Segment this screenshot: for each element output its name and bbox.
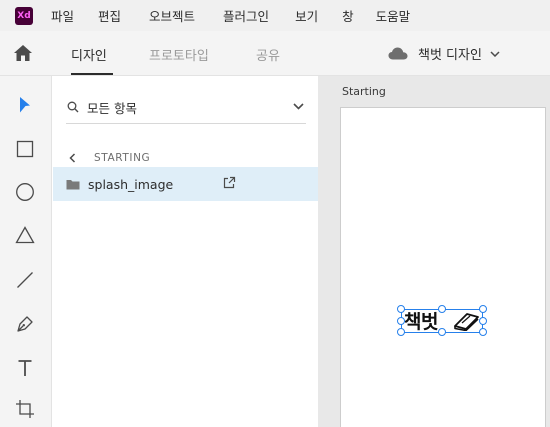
layer-item-splash-image[interactable]: splash_image [53,167,318,201]
menu-window[interactable]: 창 [342,6,354,25]
resize-handle-top-left[interactable] [397,305,405,313]
active-tab-indicator [71,73,113,75]
chevron-down-icon [490,50,500,57]
menu-edit[interactable]: 편집 [98,6,121,25]
tab-share[interactable]: 공유 [256,45,280,64]
ellipse-icon [16,183,34,201]
search-icon [67,101,79,113]
tab-prototype[interactable]: 프로토타입 [149,45,209,64]
xd-app-logo: Xd [15,6,33,25]
menu-help[interactable]: 도움말 [376,6,411,25]
text-tool[interactable] [14,357,36,379]
resize-handle-top-right[interactable] [479,305,487,313]
pen-tool[interactable] [14,313,36,335]
tool-bar [0,76,52,427]
book-icon [454,313,479,331]
resize-handle-bottom-left[interactable] [397,328,405,336]
select-arrow-icon [20,97,30,113]
resize-handle-top[interactable] [438,305,446,313]
breadcrumb-label: STARTING [94,152,151,164]
tab-design[interactable]: 디자인 [71,45,107,64]
layer-filter-dropdown[interactable]: 모든 항목 [66,91,306,124]
cloud-icon [388,47,408,60]
polygon-tool[interactable] [14,224,36,246]
ellipse-tool[interactable] [14,181,36,203]
menu-plugins[interactable]: 플러그인 [223,6,269,25]
chevron-down-icon [293,103,304,110]
resize-handle-left[interactable] [397,317,405,325]
layer-name: splash_image [88,176,174,192]
external-link-icon[interactable] [223,176,236,189]
document-title-dropdown[interactable]: 책벗 디자인 [388,44,500,63]
menu-view[interactable]: 보기 [295,6,318,25]
rectangle-icon [16,140,34,158]
line-icon [17,272,33,288]
artboard-icon [16,400,34,418]
document-title: 책벗 디자인 [418,48,482,63]
artboard-tool[interactable] [14,398,36,420]
resize-handle-right[interactable] [479,317,487,325]
layer-filter-value: 모든 항목 [87,100,137,116]
folder-icon [66,179,80,189]
layers-panel: 모든 항목 STARTING splash_image [53,76,318,427]
select-tool[interactable] [14,94,36,116]
menu-object[interactable]: 오브젝트 [149,6,195,25]
mode-tab-bar: 디자인 프로토타입 공유 책벗 디자인 [0,31,550,76]
artboard-name[interactable]: Starting [342,85,386,98]
logo-text: 책벗 [404,311,438,333]
resize-handle-bottom[interactable] [438,328,446,336]
polygon-icon [15,226,35,244]
line-tool[interactable] [14,269,36,291]
artboard[interactable]: 책벗 [340,107,546,427]
chevron-left-icon[interactable] [69,153,76,163]
home-icon[interactable] [13,44,33,62]
selected-group[interactable]: 책벗 [397,305,487,336]
breadcrumb[interactable]: STARTING [69,152,150,164]
canvas-area[interactable]: Starting 책벗 [318,76,550,427]
rectangle-tool[interactable] [14,138,36,160]
text-icon [18,360,32,376]
menu-file[interactable]: 파일 [51,6,74,25]
menu-bar: Xd 파일 편집 오브젝트 플러그인 보기 창 도움말 [0,0,550,31]
pen-icon [17,316,33,332]
resize-handle-bottom-right[interactable] [479,328,487,336]
